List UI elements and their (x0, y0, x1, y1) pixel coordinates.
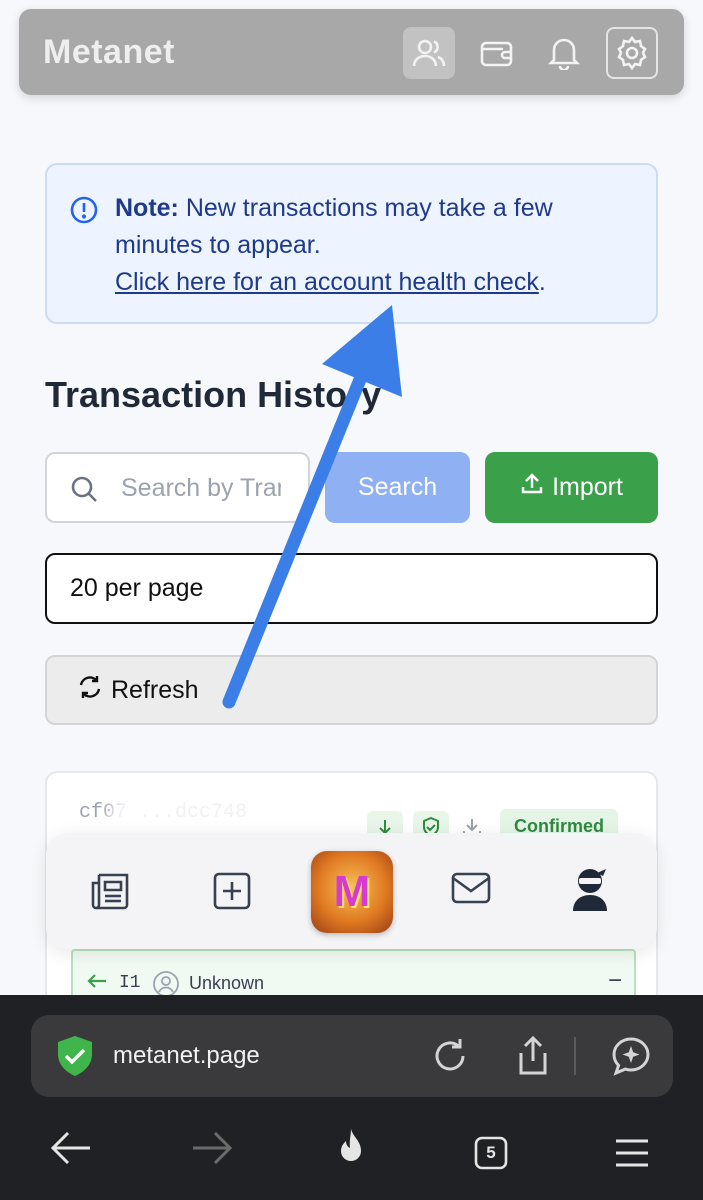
account-health-check-link[interactable]: Click here for an account health check (115, 268, 539, 296)
tab-count: 5 (486, 1143, 496, 1162)
input-index: I1 (119, 973, 141, 993)
input-owner: Unknown (189, 973, 265, 993)
search-icon (69, 474, 99, 509)
url-text[interactable]: metanet.page (113, 1042, 260, 1070)
refresh-label: Refresh (111, 675, 199, 704)
note-label: Note: (115, 194, 179, 222)
import-button[interactable]: Import (485, 452, 658, 523)
people-icon[interactable] (403, 27, 455, 79)
forward-arrow-icon[interactable] (191, 1130, 233, 1166)
bell-icon[interactable] (538, 27, 590, 79)
collapse-minus-icon[interactable]: − (608, 967, 622, 995)
mail-icon[interactable] (450, 871, 492, 905)
ninja-avatar-icon[interactable] (570, 867, 610, 913)
refresh-button[interactable]: Refresh (45, 655, 658, 725)
info-note: Note: New transactions may take a few mi… (45, 163, 658, 324)
url-bar-divider (574, 1037, 576, 1075)
ai-chat-icon[interactable] (611, 1036, 651, 1081)
note-message: Note: New transactions may take a few mi… (115, 190, 635, 301)
reload-icon[interactable] (430, 1036, 470, 1081)
floating-dock: M (46, 833, 657, 949)
menu-icon[interactable] (614, 1138, 650, 1168)
app-header: Metanet (19, 9, 684, 95)
info-circle-icon (69, 195, 99, 230)
metanet-app-icon[interactable]: M (311, 851, 393, 933)
search-button[interactable]: Search (325, 452, 470, 523)
fire-icon[interactable] (333, 1127, 369, 1169)
import-label: Import (552, 473, 623, 501)
gear-icon[interactable] (606, 27, 658, 79)
note-link-suffix: . (538, 268, 546, 296)
search-input[interactable] (121, 468, 281, 508)
add-square-icon[interactable] (212, 871, 252, 911)
upload-icon (520, 472, 544, 503)
arrow-left-icon (87, 973, 107, 994)
share-icon[interactable] (513, 1035, 553, 1081)
search-field[interactable] (45, 452, 310, 523)
wallet-icon[interactable] (471, 27, 523, 79)
refresh-icon (77, 674, 103, 707)
address-bar[interactable]: metanet.page (31, 1015, 673, 1097)
per-page-select[interactable]: 20 per page (45, 553, 658, 624)
secure-shield-icon[interactable] (55, 1034, 95, 1083)
news-icon[interactable] (90, 871, 132, 911)
browser-chrome: metanet.page 5 (0, 995, 703, 1200)
tabs-count-button[interactable]: 5 (474, 1136, 508, 1170)
note-body: New transactions may take a few minutes … (115, 194, 553, 259)
back-arrow-icon[interactable] (50, 1130, 92, 1166)
brand-logo-text[interactable]: Metanet (43, 33, 175, 72)
page-title: Transaction History (45, 374, 382, 415)
